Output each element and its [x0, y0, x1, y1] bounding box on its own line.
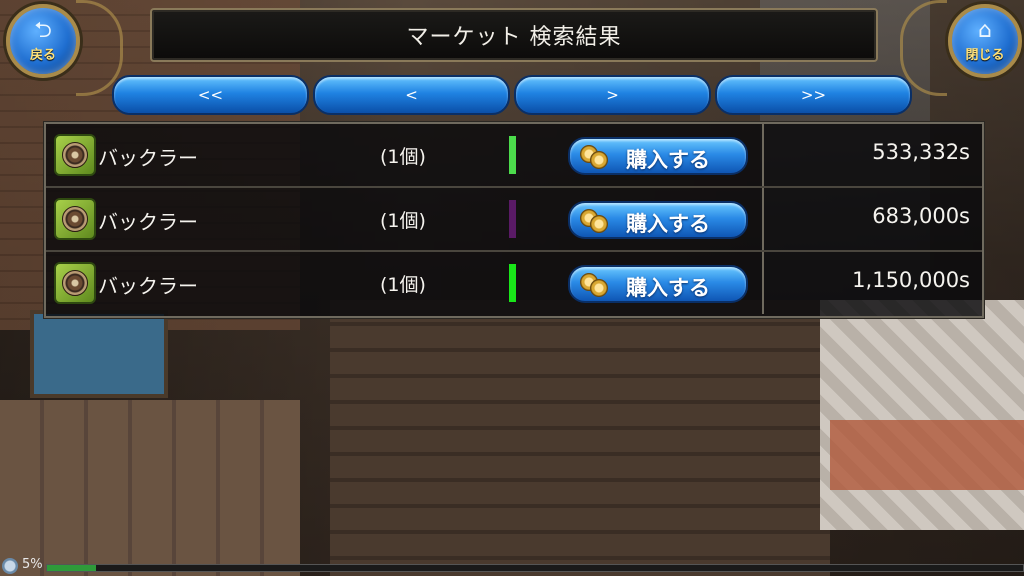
item-price: 533,332s [872, 140, 970, 164]
back-arrow-icon: ⮌ [34, 17, 52, 43]
background-crate [0, 400, 300, 576]
rarity-indicator [509, 200, 516, 238]
price-cell: 683,000s [762, 188, 984, 250]
results-list: バックラー (1個) 購入する 533,332s バックラー (1個) 購入する… [44, 122, 984, 318]
back-button-label: 戻る [29, 47, 56, 63]
background-painting [30, 310, 168, 398]
pagination: << < > >> [112, 75, 912, 115]
background-poster [820, 300, 1024, 530]
last-page-button[interactable]: >> [715, 75, 912, 115]
item-quantity: (1個) [380, 146, 426, 168]
loading-status: 5% [0, 556, 1024, 576]
progress-fill [47, 565, 96, 571]
buy-button[interactable]: 購入する [568, 137, 748, 175]
background-wooden-wall [330, 300, 830, 576]
close-button-label: 閉じる [965, 47, 1005, 63]
buy-button-label: 購入する [626, 212, 710, 236]
buy-button[interactable]: 購入する [568, 265, 748, 303]
price-cell: 1,150,000s [762, 252, 984, 314]
buckler-icon [54, 262, 96, 304]
item-price: 1,150,000s [852, 268, 970, 292]
prev-page-button[interactable]: < [313, 75, 510, 115]
network-icon [2, 558, 18, 574]
item-name: バックラー [98, 146, 198, 170]
item-name: バックラー [98, 210, 198, 234]
list-item: バックラー (1個) 購入する 683,000s [46, 188, 982, 252]
title-bar: マーケット 検索結果 [150, 8, 878, 62]
list-item: バックラー (1個) 購入する 1,150,000s [46, 252, 982, 314]
rarity-indicator [509, 136, 516, 174]
coins-icon [580, 143, 608, 169]
item-quantity: (1個) [380, 210, 426, 232]
buckler-icon [54, 134, 96, 176]
list-item: バックラー (1個) 購入する 533,332s [46, 124, 982, 188]
buy-button-label: 購入する [626, 148, 710, 172]
buy-button-label: 購入する [626, 276, 710, 300]
progress-bar [46, 564, 1024, 572]
first-page-button[interactable]: << [112, 75, 309, 115]
item-name: バックラー [98, 274, 198, 298]
back-button[interactable]: ⮌ 戻る [6, 4, 80, 78]
buy-button[interactable]: 購入する [568, 201, 748, 239]
buckler-icon [54, 198, 96, 240]
item-price: 683,000s [872, 204, 970, 228]
coins-icon [580, 271, 608, 297]
progress-percent: 5% [22, 557, 43, 572]
home-icon: ⌂ [978, 17, 992, 43]
price-cell: 533,332s [762, 124, 984, 186]
close-button[interactable]: ⌂ 閉じる [948, 4, 1022, 78]
page-title: マーケット 検索結果 [406, 25, 622, 50]
background-poster-stripe [830, 420, 1024, 490]
next-page-button[interactable]: > [514, 75, 711, 115]
coins-icon [580, 207, 608, 233]
item-quantity: (1個) [380, 274, 426, 296]
rarity-indicator [509, 264, 516, 302]
